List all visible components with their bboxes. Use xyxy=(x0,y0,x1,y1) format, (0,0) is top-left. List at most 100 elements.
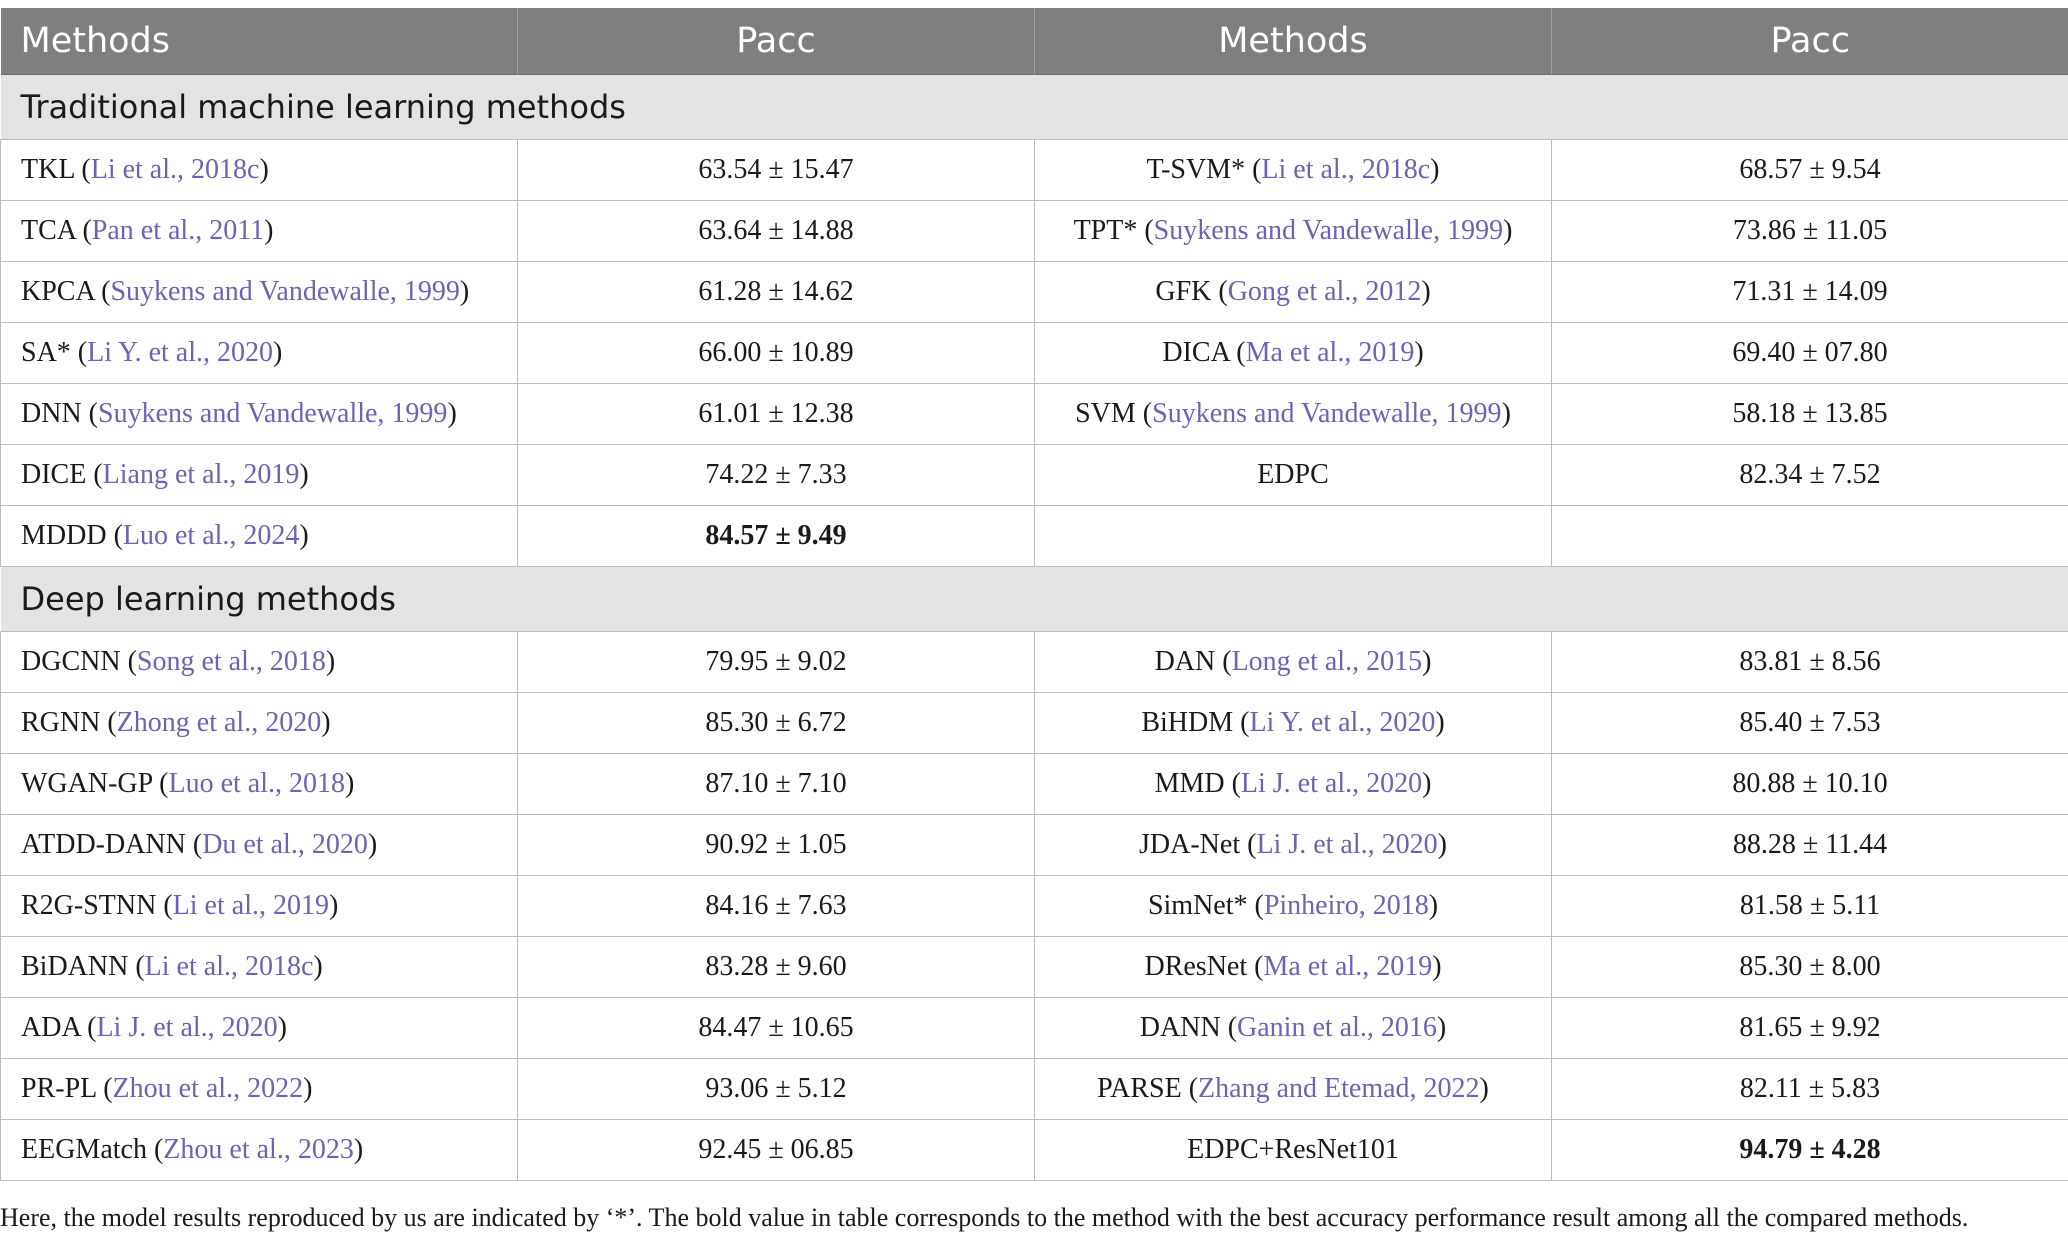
citation-link[interactable]: Suykens and Vandewalle, 1999 xyxy=(1154,215,1503,246)
method-cell: GFK (Gong et al., 2012) xyxy=(1034,261,1552,323)
header-methods-right: Methods xyxy=(1034,8,1552,75)
method-cell: DICA (Ma et al., 2019) xyxy=(1034,322,1552,384)
pacc-value: 81.65 ± 9.92 xyxy=(1551,997,2068,1059)
pacc-value: 92.45 ± 06.85 xyxy=(517,1119,1035,1181)
method-name: KPCA xyxy=(21,276,95,307)
citation-link[interactable]: Zhong et al., 2020 xyxy=(117,707,322,738)
pacc-value: 63.54 ± 15.47 xyxy=(517,139,1035,201)
table-header: Methods Pacc Methods Pacc xyxy=(0,8,2068,75)
citation-link[interactable]: Li Y. et al., 2020 xyxy=(1249,707,1435,738)
method-cell: SVM (Suykens and Vandewalle, 1999) xyxy=(1034,383,1552,445)
citation-link[interactable]: Zhou et al., 2023 xyxy=(163,1134,354,1165)
method-name: DAN xyxy=(1154,646,1216,677)
method-name: DICE xyxy=(21,459,87,490)
pacc-value: 87.10 ± 7.10 xyxy=(517,753,1035,815)
method-name: SA* xyxy=(21,337,71,368)
table-row: PR-PL (Zhou et al., 2022) 93.06 ± 5.12 PAR… xyxy=(0,1058,2068,1120)
method-cell: MMD (Li J. et al., 2020) xyxy=(1034,753,1552,815)
citation-link[interactable]: Li et al., 2019 xyxy=(173,890,329,921)
method-cell: BiHDM (Li Y. et al., 2020) xyxy=(1034,692,1552,754)
citation-link[interactable]: Suykens and Vandewalle, 1999 xyxy=(1152,398,1501,429)
citation-link[interactable]: Pan et al., 2011 xyxy=(92,215,264,246)
citation-link[interactable]: Li J. et al., 2020 xyxy=(96,1012,277,1043)
method-name: TCA xyxy=(21,215,76,246)
pacc-value: 85.30 ± 6.72 xyxy=(517,692,1035,754)
method-name: GFK xyxy=(1155,276,1212,307)
method-cell: R2G-STNN (Li et al., 2019) xyxy=(0,875,518,937)
method-cell: EEGMatch (Zhou et al., 2023) xyxy=(0,1119,518,1181)
method-name: JDA-Net xyxy=(1139,829,1241,860)
citation-link[interactable]: Pinheiro, 2018 xyxy=(1264,890,1429,921)
method-cell: SimNet* (Pinheiro, 2018) xyxy=(1034,875,1552,937)
pacc-value: 83.81 ± 8.56 xyxy=(1551,631,2068,693)
citation-link[interactable]: Ma et al., 2019 xyxy=(1246,337,1415,368)
method-cell: EDPC+ResNet101 xyxy=(1034,1119,1552,1181)
method-cell: DResNet (Ma et al., 2019) xyxy=(1034,936,1552,998)
citation-link[interactable]: Luo et al., 2018 xyxy=(169,768,346,799)
method-name: DGCNN xyxy=(21,646,121,677)
method-cell: PR-PL (Zhou et al., 2022) xyxy=(0,1058,518,1120)
method-name: ADA xyxy=(21,1012,81,1043)
pacc-value: 83.28 ± 9.60 xyxy=(517,936,1035,998)
method-cell: RGNN (Zhong et al., 2020) xyxy=(0,692,518,754)
pacc-value: 61.01 ± 12.38 xyxy=(517,383,1035,445)
citation-link[interactable]: Li J. et al., 2020 xyxy=(1241,768,1422,799)
table-row: MDDD (Luo et al., 2024) 84.57 ± 9.49 xyxy=(0,505,2068,567)
method-name: SimNet* xyxy=(1147,890,1248,921)
method-cell: SA* (Li Y. et al., 2020) xyxy=(0,322,518,384)
table-row: KPCA (Suykens and Vandewalle, 1999) 61.28… xyxy=(0,261,2068,323)
citation-link[interactable]: Liang et al., 2019 xyxy=(103,459,300,490)
table-row: TCA (Pan et al., 2011) 63.64 ± 14.88 TPT* … xyxy=(0,200,2068,262)
citation-link[interactable]: Li et al., 2018c xyxy=(145,951,314,982)
method-cell: KPCA (Suykens and Vandewalle, 1999) xyxy=(0,261,518,323)
method-name: WGAN-GP xyxy=(21,768,153,799)
citation-link[interactable]: Ma et al., 2019 xyxy=(1263,951,1432,982)
table-row: RGNN (Zhong et al., 2020) 85.30 ± 6.72 BiH… xyxy=(0,692,2068,754)
citation-link[interactable]: Ganin et al., 2016 xyxy=(1237,1012,1437,1043)
citation-link[interactable]: Zhou et al., 2022 xyxy=(113,1073,304,1104)
pacc-value: 71.31 ± 14.09 xyxy=(1551,261,2068,323)
citation-link[interactable]: Suykens and Vandewalle, 1999 xyxy=(98,398,447,429)
pacc-value: 74.22 ± 7.33 xyxy=(517,444,1035,506)
citation-link[interactable]: Luo et al., 2024 xyxy=(123,520,300,551)
citation-link[interactable]: Song et al., 2018 xyxy=(137,646,326,677)
method-name: BiDANN xyxy=(21,951,129,982)
table-body: Traditional machine learning methods TKL … xyxy=(0,74,2068,1181)
method-cell: EDPC xyxy=(1034,444,1552,506)
pacc-value: 85.40 ± 7.53 xyxy=(1551,692,2068,754)
table-row: DICE (Liang et al., 2019) 74.22 ± 7.33 EDP… xyxy=(0,444,2068,506)
pacc-value: 90.92 ± 1.05 xyxy=(517,814,1035,876)
citation-link[interactable]: Li et al., 2018c xyxy=(91,154,260,185)
citation-link[interactable]: Gong et al., 2012 xyxy=(1228,276,1422,307)
table-row: R2G-STNN (Li et al., 2019) 84.16 ± 7.63 Si… xyxy=(0,875,2068,937)
method-name: EDPC xyxy=(1257,459,1329,490)
citation-link[interactable]: Suykens and Vandewalle, 1999 xyxy=(110,276,459,307)
method-name: EEGMatch xyxy=(21,1134,147,1165)
pacc-value: 58.18 ± 13.85 xyxy=(1551,383,2068,445)
pacc-value: 81.58 ± 5.11 xyxy=(1551,875,2068,937)
table-row: WGAN-GP (Luo et al., 2018) 87.10 ± 7.10 MM… xyxy=(0,753,2068,815)
citation-link[interactable]: Li Y. et al., 2020 xyxy=(87,337,273,368)
citation-link[interactable]: Long et al., 2015 xyxy=(1232,646,1423,677)
section-row: Deep learning methods xyxy=(0,566,2068,632)
table-row: TKL (Li et al., 2018c) 63.54 ± 15.47 T-SVM… xyxy=(0,139,2068,201)
method-cell: JDA-Net (Li J. et al., 2020) xyxy=(1034,814,1552,876)
method-name: EDPC+ResNet101 xyxy=(1187,1134,1399,1165)
method-cell: DANN (Ganin et al., 2016) xyxy=(1034,997,1552,1059)
citation-link[interactable]: Zhang and Etemad, 2022 xyxy=(1198,1073,1479,1104)
pacc-value: 63.64 ± 14.88 xyxy=(517,200,1035,262)
citation-link[interactable]: Du et al., 2020 xyxy=(202,829,368,860)
table-row: EEGMatch (Zhou et al., 2023) 92.45 ± 06.8… xyxy=(0,1119,2068,1181)
citation-link[interactable]: Li et al., 2018c xyxy=(1261,154,1430,185)
citation-link[interactable]: Li J. et al., 2020 xyxy=(1256,829,1437,860)
method-name: R2G-STNN xyxy=(21,890,157,921)
pacc-value: 84.47 ± 10.65 xyxy=(517,997,1035,1059)
results-table: Methods Pacc Methods Pacc Traditional ma… xyxy=(0,8,2068,1181)
table-row: BiDANN (Li et al., 2018c) 83.28 ± 9.60 DRe… xyxy=(0,936,2068,998)
pacc-value: 73.86 ± 11.05 xyxy=(1551,200,2068,262)
method-name: DANN xyxy=(1139,1012,1221,1043)
method-name: PR-PL xyxy=(21,1073,97,1104)
method-name: DResNet xyxy=(1144,951,1248,982)
section-title: Deep learning methods xyxy=(0,566,2068,632)
table-row: ADA (Li J. et al., 2020) 84.47 ± 10.65 DAN… xyxy=(0,997,2068,1059)
